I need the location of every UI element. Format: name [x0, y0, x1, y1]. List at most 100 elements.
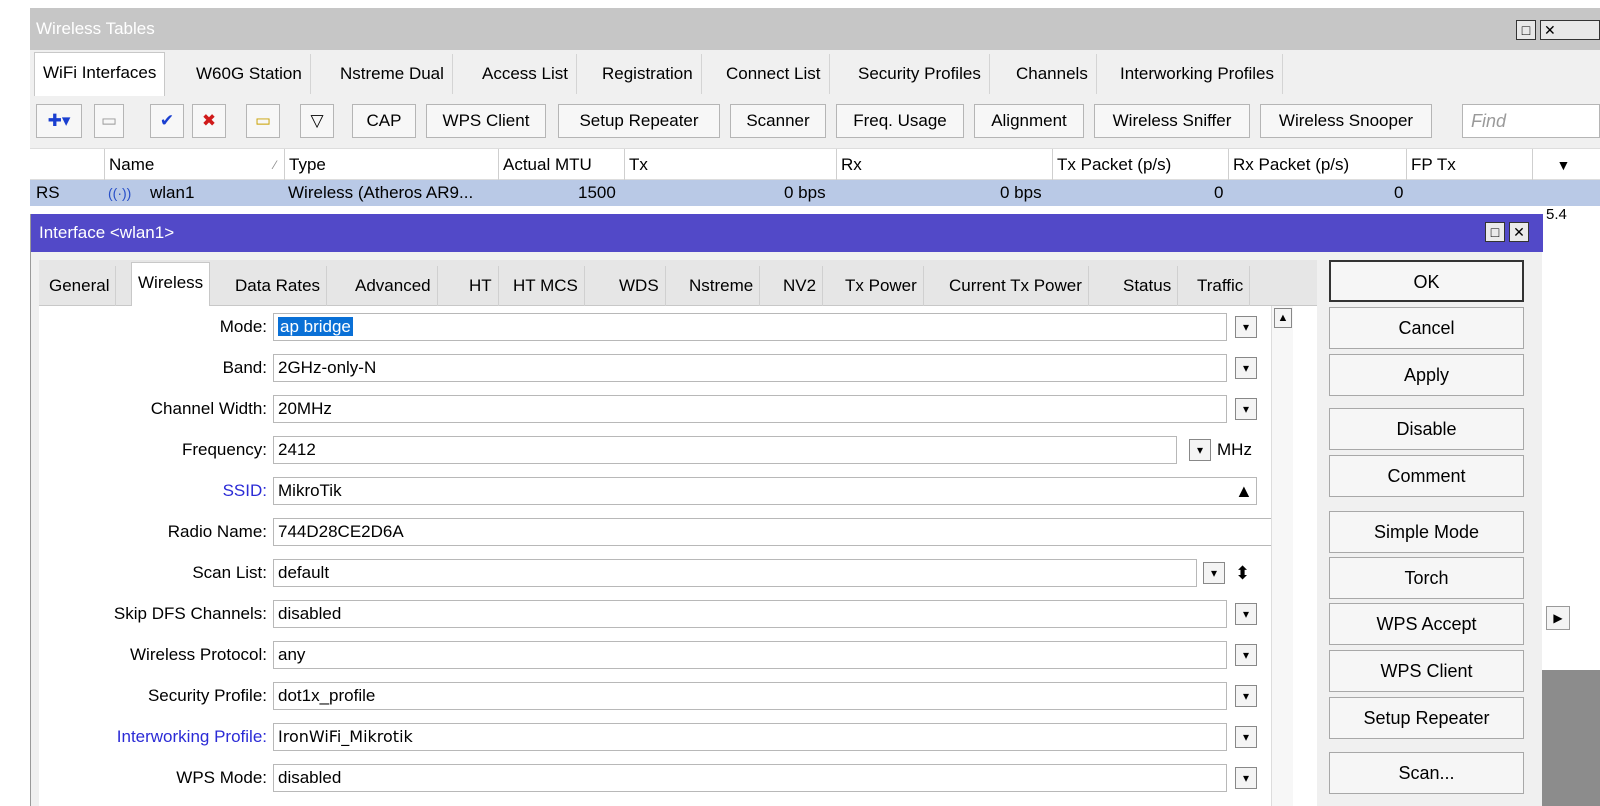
- table-row[interactable]: RS ((·)) wlan1 Wireless (Atheros AR9... …: [30, 180, 1600, 206]
- scan-button[interactable]: Scan...: [1329, 752, 1524, 794]
- apply-button[interactable]: Apply: [1329, 354, 1524, 396]
- tab-wireless[interactable]: Wireless: [131, 262, 211, 307]
- radio-name-input[interactable]: 744D28CE2D6A: [273, 518, 1289, 546]
- scan-list-dropdown-icon[interactable]: ▾: [1203, 562, 1225, 584]
- form-scrollbar[interactable]: ▲: [1271, 306, 1293, 806]
- col-name[interactable]: Name ⁄: [104, 149, 284, 181]
- frequency-dropdown-icon[interactable]: ▾: [1189, 439, 1211, 461]
- col-type[interactable]: Type: [284, 149, 498, 181]
- tab-interworking-profiles[interactable]: Interworking Profiles: [1112, 54, 1284, 94]
- tab-traffic[interactable]: Traffic: [1191, 266, 1251, 306]
- security-profile-dropdown-icon[interactable]: ▾: [1235, 685, 1257, 707]
- col-rx[interactable]: Rx: [836, 149, 1052, 181]
- dialog-close-icon[interactable]: ✕: [1509, 222, 1529, 242]
- wireless-sniffer-button[interactable]: Wireless Sniffer: [1094, 104, 1250, 138]
- tab-status[interactable]: Status: [1117, 266, 1179, 306]
- wps-client-dialog-button[interactable]: WPS Client: [1329, 650, 1524, 692]
- tab-nstreme[interactable]: Nstreme: [683, 266, 761, 306]
- background-panel: [1542, 670, 1600, 806]
- enable-icon[interactable]: ✔: [150, 104, 184, 138]
- skip-dfs-select[interactable]: disabled: [273, 600, 1227, 628]
- wps-mode-dropdown-icon[interactable]: ▾: [1235, 767, 1257, 789]
- filter-icon[interactable]: ▽: [300, 104, 334, 138]
- cap-button[interactable]: CAP: [352, 104, 416, 138]
- col-tx-packet[interactable]: Tx Packet (p/s): [1052, 149, 1228, 181]
- background-window-edge: 5.4 ▶: [1542, 206, 1600, 806]
- col-tx[interactable]: Tx: [624, 149, 836, 181]
- find-input[interactable]: Find: [1462, 104, 1600, 138]
- tab-ht-mcs[interactable]: HT MCS: [507, 266, 585, 306]
- comment-icon[interactable]: ▭: [246, 104, 280, 138]
- wireless-protocol-select[interactable]: any: [273, 641, 1227, 669]
- scan-list-updown-icon[interactable]: ⬍: [1235, 562, 1250, 584]
- tab-nv2[interactable]: NV2: [777, 266, 824, 306]
- partial-cell-text: 5.4: [1546, 206, 1567, 223]
- interworking-profile-label[interactable]: Interworking Profile:: [39, 723, 267, 751]
- close-icon[interactable]: ✕: [1540, 20, 1600, 40]
- simple-mode-button[interactable]: Simple Mode: [1329, 511, 1524, 553]
- tab-connect-list[interactable]: Connect List: [718, 54, 830, 94]
- channel-width-dropdown-icon[interactable]: ▾: [1235, 398, 1257, 420]
- setup-repeater-button[interactable]: Setup Repeater: [558, 104, 720, 138]
- interworking-profile-dropdown-icon[interactable]: ▾: [1235, 726, 1257, 748]
- table-header: Name ⁄ Type Actual MTU Tx Rx Tx Packet (p…: [30, 148, 1600, 181]
- ssid-collapse-icon[interactable]: ▲: [1235, 480, 1253, 502]
- tab-wifi-interfaces[interactable]: WiFi Interfaces: [34, 52, 166, 96]
- mode-select[interactable]: ap bridge: [273, 313, 1227, 341]
- wps-accept-button[interactable]: WPS Accept: [1329, 603, 1524, 645]
- columns-menu-icon[interactable]: ▼: [1532, 149, 1600, 181]
- security-profile-select[interactable]: dot1x_profile: [273, 682, 1227, 710]
- mode-dropdown-icon[interactable]: ▾: [1235, 316, 1257, 338]
- col-rx-packet[interactable]: Rx Packet (p/s): [1228, 149, 1406, 181]
- add-icon[interactable]: ✚▾: [36, 104, 82, 138]
- scroll-up-icon[interactable]: ▲: [1274, 308, 1292, 328]
- alignment-button[interactable]: Alignment: [974, 104, 1084, 138]
- wireless-snooper-button[interactable]: Wireless Snooper: [1260, 104, 1432, 138]
- scroll-right-icon[interactable]: ▶: [1546, 606, 1570, 630]
- wireless-protocol-label: Wireless Protocol:: [130, 645, 267, 664]
- row-mtu: 1500: [578, 183, 616, 202]
- band-select[interactable]: 2GHz-only-N: [273, 354, 1227, 382]
- tab-data-rates[interactable]: Data Rates: [229, 266, 328, 306]
- maximize-icon[interactable]: □: [1516, 20, 1536, 40]
- tab-wds[interactable]: WDS: [613, 266, 666, 306]
- channel-width-select[interactable]: 20MHz: [273, 395, 1227, 423]
- radio-name-label: Radio Name:: [167, 522, 267, 541]
- cancel-button[interactable]: Cancel: [1329, 307, 1524, 349]
- remove-icon[interactable]: ▭: [94, 104, 124, 138]
- tab-advanced[interactable]: Advanced: [349, 266, 438, 306]
- tab-tx-power[interactable]: Tx Power: [839, 266, 924, 306]
- ssid-label[interactable]: SSID:: [39, 477, 267, 505]
- scanner-button[interactable]: Scanner: [730, 104, 826, 138]
- col-fp-tx[interactable]: FP Tx: [1406, 149, 1532, 181]
- freq-usage-button[interactable]: Freq. Usage: [836, 104, 964, 138]
- band-dropdown-icon[interactable]: ▾: [1235, 357, 1257, 379]
- tab-access-list[interactable]: Access List: [474, 54, 577, 94]
- frequency-select[interactable]: 2412: [273, 436, 1177, 464]
- wps-mode-select[interactable]: disabled: [273, 764, 1227, 792]
- comment-button[interactable]: Comment: [1329, 455, 1524, 497]
- interworking-profile-select[interactable]: IronWiFi_Mikrotik: [273, 723, 1227, 751]
- torch-button[interactable]: Torch: [1329, 557, 1524, 599]
- ssid-input[interactable]: MikroTik: [273, 477, 1257, 505]
- tab-current-tx-power[interactable]: Current Tx Power: [943, 266, 1089, 306]
- window-titlebar: Wireless Tables: [30, 8, 1600, 50]
- dialog-maximize-icon[interactable]: □: [1485, 222, 1505, 242]
- tab-w60g-station[interactable]: W60G Station: [188, 54, 311, 94]
- disable-icon[interactable]: ✖: [192, 104, 226, 138]
- tab-channels[interactable]: Channels: [1008, 54, 1097, 94]
- tab-ht[interactable]: HT: [463, 266, 499, 306]
- skip-dfs-dropdown-icon[interactable]: ▾: [1235, 603, 1257, 625]
- disable-button[interactable]: Disable: [1329, 408, 1524, 450]
- tab-nstreme-dual[interactable]: Nstreme Dual: [332, 54, 453, 94]
- tab-registration[interactable]: Registration: [594, 54, 702, 94]
- setup-repeater-dialog-button[interactable]: Setup Repeater: [1329, 697, 1524, 739]
- ok-button[interactable]: OK: [1329, 260, 1524, 302]
- tab-security-profiles[interactable]: Security Profiles: [850, 54, 990, 94]
- scan-list-select[interactable]: default: [273, 559, 1197, 587]
- wps-client-button[interactable]: WPS Client: [426, 104, 546, 138]
- wireless-protocol-dropdown-icon[interactable]: ▾: [1235, 644, 1257, 666]
- dialog-title: Interface <wlan1>: [39, 223, 175, 242]
- col-actual-mtu[interactable]: Actual MTU: [498, 149, 624, 181]
- tab-general[interactable]: General: [43, 266, 117, 306]
